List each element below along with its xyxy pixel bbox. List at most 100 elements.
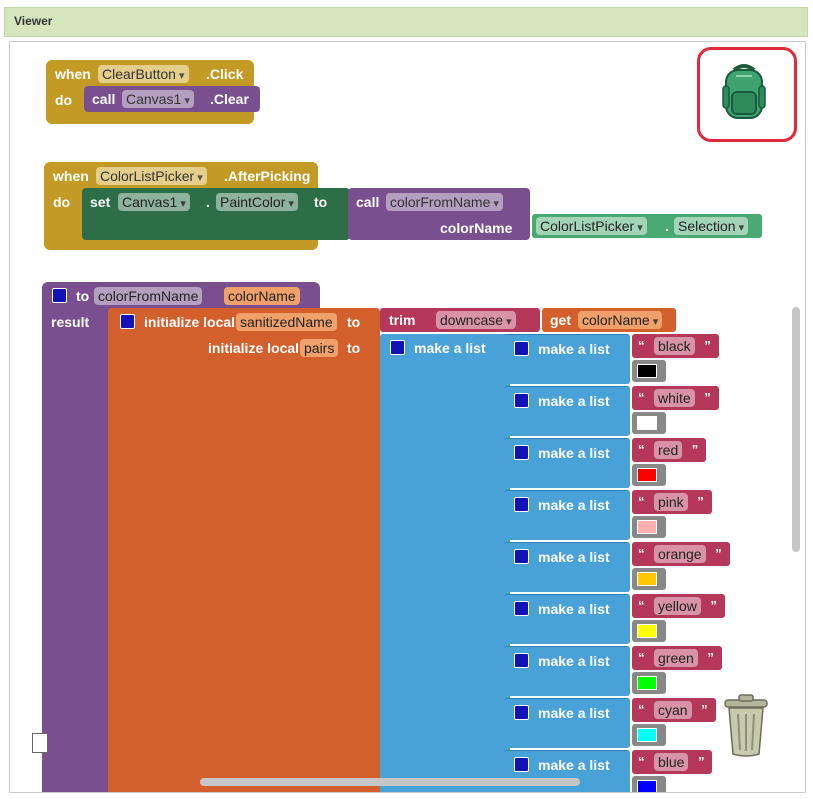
mutator-icon[interactable] [514,705,529,720]
color-swatch[interactable] [637,676,657,690]
color-block-yellow[interactable] [632,620,666,642]
text-block-black[interactable]: “ black ” [632,334,719,358]
flyout-edge [32,733,48,753]
color-swatch[interactable] [637,468,657,482]
color-swatch[interactable] [637,520,657,534]
color-name-field[interactable]: cyan [654,701,692,719]
call-colorfromname-block[interactable]: call colorFromName colorName [348,188,530,240]
color-name-field[interactable]: pink [654,493,688,511]
open-quote: “ [638,546,645,561]
text-block-cyan[interactable]: “ cyan ” [632,698,716,722]
downcase-dropdown[interactable]: downcase [436,311,516,329]
color-block-blue[interactable] [632,776,666,792]
procedure-name-field[interactable]: colorFromName [94,287,203,305]
text-block-red[interactable]: “ red ” [632,438,707,462]
open-quote: “ [638,390,645,405]
make-a-list-pair-block[interactable]: make a list [504,594,630,644]
color-swatch[interactable] [637,780,657,792]
make-a-list-pair-block[interactable]: make a list [504,386,630,436]
canvas-dropdown[interactable]: Canvas1 [122,90,194,108]
blocks-workspace[interactable]: when ClearButton .Click do call Canvas1 … [9,41,806,793]
get-colorname-block[interactable]: get colorName [542,308,676,332]
color-swatch[interactable] [637,364,657,378]
mutator-icon[interactable] [514,653,529,668]
component-dropdown[interactable]: ClearButton [98,65,189,83]
make-a-list-pair-block[interactable]: make a list [504,438,630,488]
procedure-dropdown[interactable]: colorFromName [386,193,503,211]
close-quote: ” [701,702,708,717]
var-name-field[interactable]: pairs [300,339,339,357]
color-block-green[interactable] [632,672,666,694]
init-local-label: initialize local [208,340,300,356]
color-name-field[interactable]: red [654,441,683,459]
initialize-local-sanitizedname-block[interactable]: initialize local sanitizedName to initia… [108,308,380,792]
mutator-icon[interactable] [52,288,67,303]
text-block-green[interactable]: “ green ” [632,646,722,670]
set-canvas-paintcolor-block[interactable]: set Canvas1 . PaintColor to [82,188,350,240]
mutator-icon[interactable] [514,393,529,408]
mutator-icon[interactable] [390,340,405,355]
color-block-cyan[interactable] [632,724,666,746]
color-name-field[interactable]: yellow [654,597,701,615]
color-swatch[interactable] [637,624,657,638]
make-a-list-label: make a list [538,497,610,513]
make-a-list-pair-block[interactable]: make a list [504,646,630,696]
text-block-orange[interactable]: “ orange ” [632,542,730,566]
property-dropdown[interactable]: Selection [674,217,749,235]
trash-can-icon[interactable] [721,692,771,758]
color-name-field[interactable]: black [654,337,695,355]
close-quote: ” [710,598,717,613]
component-dropdown[interactable]: ColorListPicker [536,217,647,235]
color-name-field[interactable]: orange [654,545,706,563]
make-a-list-outer-block[interactable]: make a list [380,334,510,792]
trim-block[interactable]: trim downcase [380,308,540,332]
call-label: call [92,91,116,107]
do-label: do [55,92,73,108]
text-block-yellow[interactable]: “ yellow ” [632,594,725,618]
mutator-icon[interactable] [514,445,529,460]
property-dropdown[interactable]: PaintColor [216,193,298,211]
mutator-icon[interactable] [514,549,529,564]
mutator-icon[interactable] [120,314,135,329]
canvas-dropdown[interactable]: Canvas1 [118,193,190,211]
make-a-list-pair-block[interactable]: make a list [504,750,630,792]
color-block-pink[interactable] [632,516,666,538]
var-dropdown[interactable]: colorName [578,311,663,329]
color-block-orange[interactable] [632,568,666,590]
open-quote: “ [638,338,645,353]
color-swatch[interactable] [637,728,657,742]
make-a-list-pair-block[interactable]: make a list [504,542,630,592]
param-name-field[interactable]: colorName [224,287,300,305]
open-quote: “ [638,598,645,613]
text-block-white[interactable]: “ white ” [632,386,719,410]
make-a-list-pair-block[interactable]: make a list [504,334,630,384]
mutator-icon[interactable] [514,497,529,512]
make-a-list-label: make a list [538,393,610,409]
backpack-icon[interactable] [720,62,768,122]
mutator-icon[interactable] [514,757,529,772]
make-a-list-pair-block[interactable]: make a list [504,490,630,540]
color-swatch[interactable] [637,416,657,430]
mutator-icon[interactable] [514,601,529,616]
call-canvas-clear-block[interactable]: call Canvas1 .Clear [84,86,260,112]
color-name-field[interactable]: blue [654,753,689,771]
color-name-field[interactable]: white [654,389,695,407]
vertical-scrollbar[interactable] [792,307,800,552]
var-name-field[interactable]: sanitizedName [236,313,337,331]
color-name-field[interactable]: green [654,649,698,667]
close-quote: ” [697,494,704,509]
text-block-blue[interactable]: “ blue ” [632,750,713,774]
text-block-pink[interactable]: “ pink ” [632,490,712,514]
close-quote: ” [691,442,699,457]
colorlistpicker-selection-getter[interactable]: ColorListPicker . Selection [532,214,762,238]
open-quote: “ [638,702,645,717]
mutator-icon[interactable] [514,341,529,356]
make-a-list-pair-block[interactable]: make a list [504,698,630,748]
color-block-black[interactable] [632,360,666,382]
color-swatch[interactable] [637,572,657,586]
color-block-white[interactable] [632,412,666,434]
color-block-red[interactable] [632,464,666,486]
close-quote: ” [707,650,714,665]
component-dropdown[interactable]: ColorListPicker [96,167,207,185]
horizontal-scrollbar[interactable] [200,778,580,786]
